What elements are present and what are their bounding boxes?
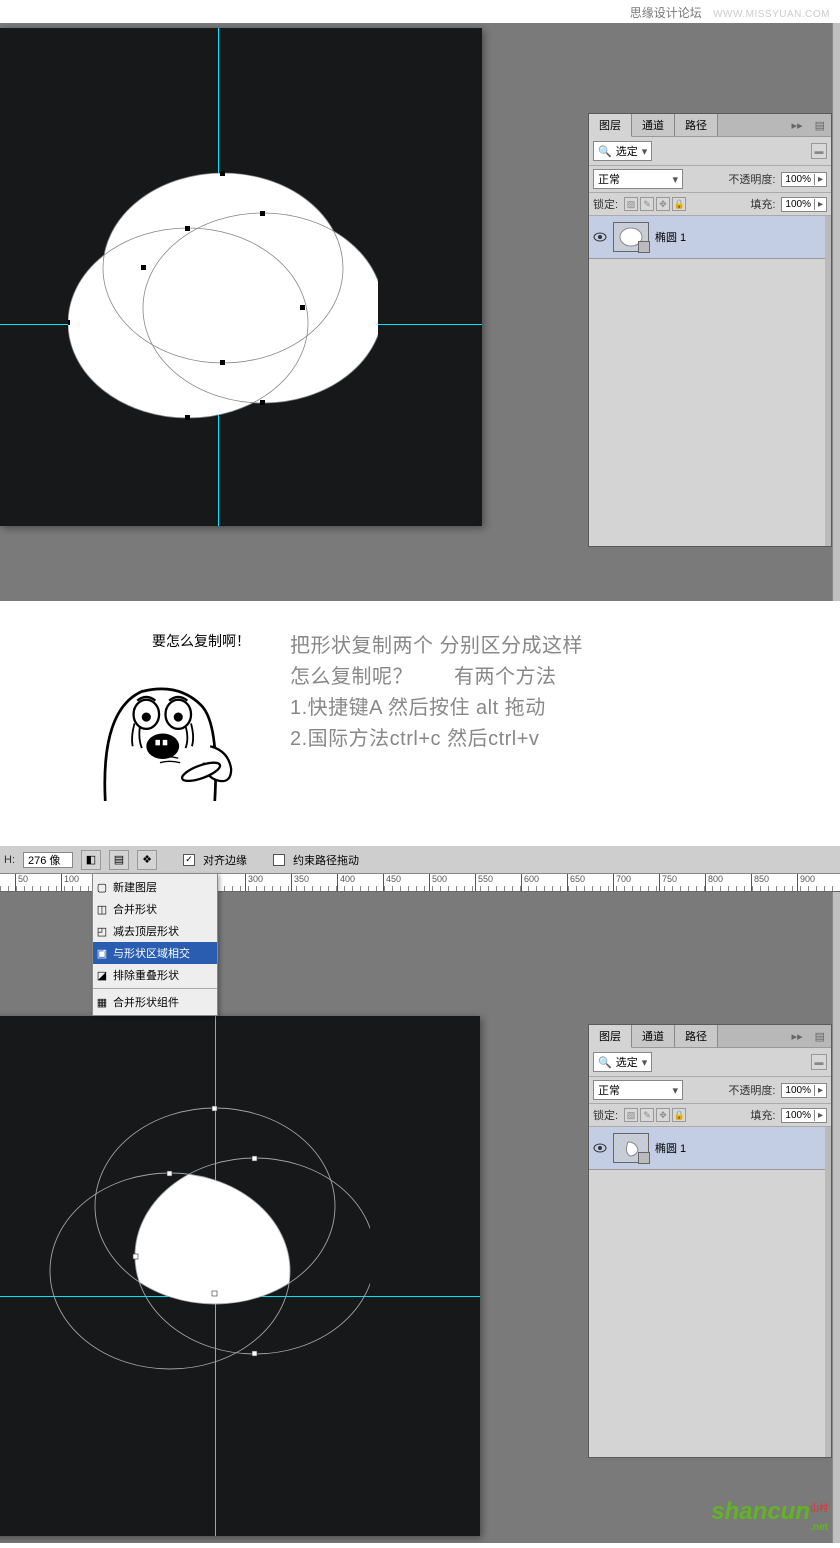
layer-filter-dropdown-2[interactable]: 🔍选定▾	[593, 1052, 652, 1072]
layer-scrollbar[interactable]	[825, 216, 831, 546]
scrollbar-vertical[interactable]	[832, 23, 840, 601]
path-op-combine-icon[interactable]: ◧	[81, 850, 101, 870]
layer-filter-dropdown[interactable]: 🔍选定▾	[593, 141, 652, 161]
canvas-area-2[interactable]	[0, 1016, 480, 1536]
menu-exclude[interactable]: ◪排除重叠形状	[93, 964, 217, 986]
screenshot-2: H: ◧ ▤ ❖ ✓ 对齐边缘 约束路径拖动 50100150200250300…	[0, 846, 840, 1543]
lock-transparency-icon[interactable]: ▨	[624, 197, 638, 211]
fill-label: 填充:	[750, 196, 775, 212]
fill-input[interactable]: 100%▸	[781, 197, 827, 212]
layer-name[interactable]: 椭圆 1	[655, 229, 686, 245]
menu-merge[interactable]: ▦合并形状组件	[93, 991, 217, 1013]
lock-pixels-icon[interactable]: ✎	[640, 197, 654, 211]
lock-position-icon[interactable]: ✥	[656, 197, 670, 211]
opacity-input-2[interactable]: 100%▸	[781, 1083, 827, 1098]
layer-thumbnail[interactable]	[613, 222, 649, 252]
vector-mask-badge	[638, 241, 650, 253]
layer-scrollbar-2[interactable]	[825, 1127, 831, 1457]
blend-mode-dropdown[interactable]: 正常▾	[593, 169, 683, 189]
source-attribution: 思缘设计论坛 WWW.MISSYUAN.COM	[0, 0, 840, 23]
lock-transparency-icon-2[interactable]: ▨	[624, 1108, 638, 1122]
lock-label: 锁定:	[593, 196, 618, 212]
visibility-icon-2[interactable]	[593, 1141, 607, 1155]
tab-channels[interactable]: 通道	[632, 114, 675, 136]
shape-intersection[interactable]	[40, 1096, 370, 1406]
path-align-icon[interactable]: ▤	[109, 850, 129, 870]
panel-options-icon-2[interactable]: ▤	[809, 1028, 831, 1045]
constrain-path-checkbox[interactable]	[273, 854, 285, 866]
panel-menu-icon-2[interactable]: ▸▸	[786, 1028, 809, 1045]
tab-channels-2[interactable]: 通道	[632, 1025, 675, 1047]
lock-all-icon[interactable]: 🔒	[672, 197, 686, 211]
layer-item[interactable]: 椭圆 1	[589, 216, 831, 259]
layers-panel-2: 图层 通道 路径 ▸▸ ▤ 🔍选定▾ ▬ 正常▾ 不透明度: 1	[588, 1024, 832, 1458]
watermark: shancun山村 .net	[711, 1498, 828, 1533]
tab-layers[interactable]: 图层	[589, 114, 632, 137]
menu-new-layer[interactable]: ▢新建图层	[93, 876, 217, 898]
layer-list[interactable]: 椭圆 1	[589, 216, 831, 546]
meme-image: 要怎么复制啊！	[60, 631, 260, 801]
instruction-text: 把形状复制两个 分别区分成这样 怎么复制呢？ 有两个方法 1.快捷键A 然后按住…	[290, 631, 583, 755]
lock-pixels-icon-2[interactable]: ✎	[640, 1108, 654, 1122]
fill-input-2[interactable]: 100%▸	[781, 1108, 827, 1123]
filter-toggle[interactable]: ▬	[811, 143, 827, 159]
tab-paths-2[interactable]: 路径	[675, 1025, 718, 1047]
menu-combine[interactable]: ◫合并形状	[93, 898, 217, 920]
menu-subtract[interactable]: ◰减去顶层形状	[93, 920, 217, 942]
visibility-icon[interactable]	[593, 230, 607, 244]
tab-layers-2[interactable]: 图层	[589, 1025, 632, 1048]
canvas-area[interactable]	[0, 28, 482, 526]
menu-intersect[interactable]: ✓▣与形状区域相交	[93, 942, 217, 964]
height-label: H:	[4, 854, 15, 866]
blend-mode-dropdown-2[interactable]: 正常▾	[593, 1080, 683, 1100]
align-edges-checkbox[interactable]: ✓	[183, 854, 195, 866]
shape-ellipses[interactable]	[68, 158, 378, 448]
opacity-label: 不透明度:	[728, 171, 775, 187]
layer-name-2[interactable]: 椭圆 1	[655, 1140, 686, 1156]
height-input[interactable]	[23, 852, 73, 868]
options-bar: H: ◧ ▤ ❖ ✓ 对齐边缘 约束路径拖动	[0, 846, 840, 874]
layer-item-2[interactable]: 椭圆 1	[589, 1127, 831, 1170]
opacity-input[interactable]: 100%▸	[781, 172, 827, 187]
lock-all-icon-2[interactable]: 🔒	[672, 1108, 686, 1122]
align-edges-label: 对齐边缘	[203, 852, 247, 868]
layer-thumbnail-2[interactable]	[613, 1133, 649, 1163]
panel-menu-icon[interactable]: ▸▸	[786, 117, 809, 134]
layers-panel: 图层 通道 路径 ▸▸ ▤ 🔍选定▾ ▬ 正常▾ 不透明度: 1	[588, 113, 832, 547]
tab-paths[interactable]: 路径	[675, 114, 718, 136]
panel-options-icon[interactable]: ▤	[809, 117, 831, 134]
path-operations-menu: ▢新建图层 ◫合并形状 ◰减去顶层形状 ✓▣与形状区域相交 ◪排除重叠形状 ▦合…	[92, 873, 218, 1016]
scrollbar-vertical-2[interactable]	[832, 892, 840, 1543]
panel-tabs: 图层 通道 路径 ▸▸ ▤	[589, 114, 831, 137]
screenshot-1: 图层 通道 路径 ▸▸ ▤ 🔍选定▾ ▬ 正常▾ 不透明度: 1	[0, 23, 840, 601]
lock-position-icon-2[interactable]: ✥	[656, 1108, 670, 1122]
filter-toggle-2[interactable]: ▬	[811, 1054, 827, 1070]
constrain-path-label: 约束路径拖动	[293, 852, 359, 868]
path-arrange-icon[interactable]: ❖	[137, 850, 157, 870]
instruction-section: 要怎么复制啊！ 把形状复制两个 分别区分成这样 怎么复制呢？ 有两个方法 1.快…	[0, 601, 840, 846]
